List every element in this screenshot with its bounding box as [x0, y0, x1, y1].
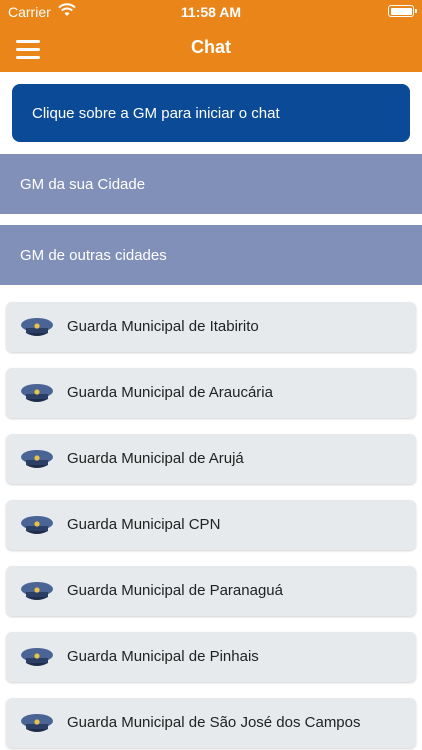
police-cap-icon: [21, 450, 53, 468]
instruction-banner: Clique sobre a GM para iniciar o chat: [12, 84, 410, 142]
top-bar: Carrier 11:58 AM Chat: [0, 0, 422, 72]
nav-bar: Chat: [0, 24, 422, 72]
police-cap-icon: [21, 714, 53, 732]
list-item-label: Guarda Municipal de Paranaguá: [67, 582, 283, 599]
list-item-label: Guarda Municipal de Itabirito: [67, 318, 259, 335]
police-cap-icon: [21, 582, 53, 600]
battery-icon: [388, 5, 417, 17]
list-item-label: Guarda Municipal CPN: [67, 516, 221, 533]
status-time: 11:58 AM: [180, 4, 242, 20]
list-item[interactable]: Guarda Municipal CPN: [6, 500, 416, 550]
status-bar: Carrier 11:58 AM: [0, 0, 422, 24]
list-item[interactable]: Guarda Municipal de Pinhais: [6, 632, 416, 682]
police-cap-icon: [21, 516, 53, 534]
list-item-label: Guarda Municipal de Arujá: [67, 450, 244, 467]
list-item[interactable]: Guarda Municipal de Paranaguá: [6, 566, 416, 616]
list-item-label: Guarda Municipal de Pinhais: [67, 648, 259, 665]
list-item[interactable]: Guarda Municipal de São José dos Campos: [6, 698, 416, 748]
section-gm-outras-cidades[interactable]: GM de outras cidades: [0, 225, 422, 285]
page-title: Chat: [191, 37, 231, 57]
list-item-label: Guarda Municipal de São José dos Campos: [67, 714, 361, 731]
police-cap-icon: [21, 384, 53, 402]
list-item[interactable]: Guarda Municipal de Araucária: [6, 368, 416, 418]
list-item[interactable]: Guarda Municipal de Arujá: [6, 434, 416, 484]
section-gm-sua-cidade[interactable]: GM da sua Cidade: [0, 154, 422, 214]
list-item[interactable]: Guarda Municipal de Itabirito: [6, 302, 416, 352]
police-cap-icon: [21, 318, 53, 336]
list-item-label: Guarda Municipal de Araucária: [67, 384, 273, 401]
police-cap-icon: [21, 648, 53, 666]
